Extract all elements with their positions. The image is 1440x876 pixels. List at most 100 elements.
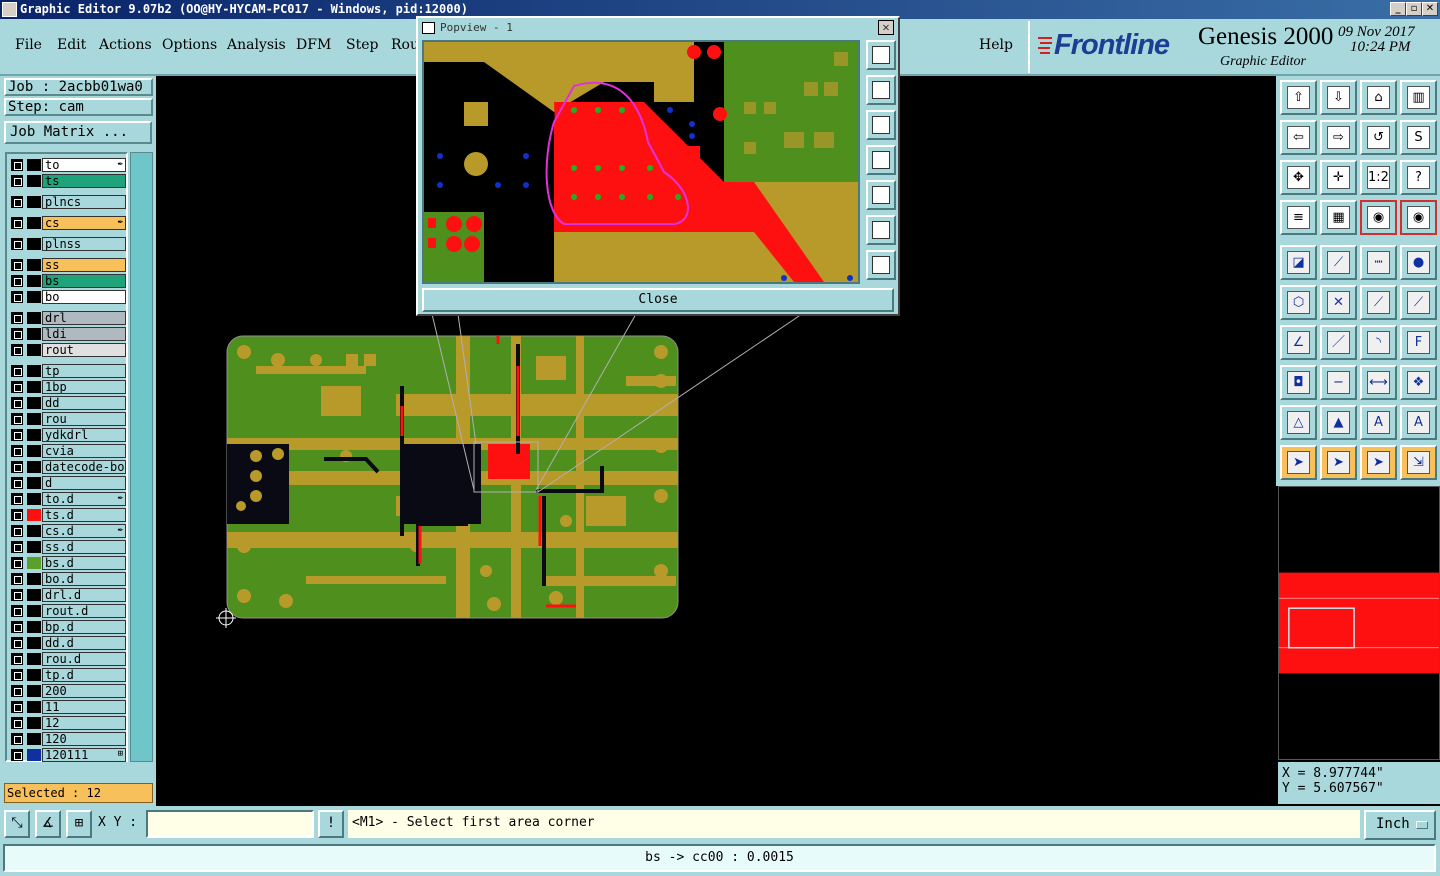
layer-color-swatch[interactable] — [27, 291, 41, 303]
menu-options[interactable]: Options — [162, 37, 217, 53]
layer-row[interactable]: 11 — [9, 700, 127, 714]
layer-name[interactable]: tp — [42, 364, 126, 378]
layer-checkbox[interactable] — [11, 397, 23, 409]
layer-name[interactable]: bo.d — [42, 572, 126, 586]
layer-checkbox[interactable] — [11, 381, 23, 393]
menu-help[interactable]: Help — [979, 37, 1013, 53]
layer-checkbox[interactable] — [11, 653, 23, 665]
layer-row[interactable]: bp.d — [9, 620, 127, 634]
layer-checkbox[interactable] — [11, 445, 23, 457]
layer-checkbox[interactable] — [11, 573, 23, 585]
layer-row[interactable]: tp — [9, 364, 127, 378]
layer-color-swatch[interactable] — [27, 541, 41, 553]
layer-row[interactable]: ydkdrl — [9, 428, 127, 442]
layer-row[interactable]: bs — [9, 274, 127, 288]
tool-pad-add-button[interactable]: ◘ — [1280, 365, 1317, 400]
layer-name[interactable]: bs.d — [42, 556, 126, 570]
layer-checkbox[interactable] — [11, 159, 23, 171]
layer-checkbox[interactable] — [11, 196, 23, 208]
job-matrix-button[interactable]: Job Matrix ... — [4, 121, 152, 144]
layer-name[interactable]: drl.d — [42, 588, 126, 602]
tool-copy-down-button[interactable]: ⇩ — [1320, 80, 1357, 115]
popview-tool-pan-up[interactable] — [866, 75, 896, 105]
popview-tool-pan-down[interactable] — [866, 110, 896, 140]
layer-color-swatch[interactable] — [27, 312, 41, 324]
layer-name[interactable]: cs.d — [42, 524, 126, 538]
tool-select-arrow-button[interactable]: ➤ — [1280, 445, 1317, 480]
layer-name[interactable]: rout — [42, 343, 126, 357]
layer-row[interactable]: bo.d — [9, 572, 127, 586]
tool-home-button[interactable]: ⌂ — [1360, 80, 1397, 115]
layer-color-swatch[interactable] — [27, 477, 41, 489]
layer-name[interactable]: drl — [42, 311, 126, 325]
menu-actions[interactable]: Actions — [99, 37, 152, 53]
layer-row[interactable]: ss.d — [9, 540, 127, 554]
tool-move-right-button[interactable]: ⇨ — [1320, 120, 1357, 155]
layer-name[interactable]: ldi — [42, 327, 126, 341]
layer-checkbox[interactable] — [11, 733, 23, 745]
layer-color-swatch[interactable] — [27, 238, 41, 250]
close-window-button[interactable]: ✕ — [1422, 2, 1438, 16]
layer-color-swatch[interactable] — [27, 365, 41, 377]
tool-minus-button[interactable]: − — [1320, 365, 1357, 400]
layer-name[interactable]: to — [42, 158, 126, 172]
popview-tool-zoom-window[interactable] — [866, 40, 896, 70]
layer-name[interactable]: ydkdrl — [42, 428, 126, 442]
layer-name[interactable]: ts.d — [42, 508, 126, 522]
popview-tool-zoom-in[interactable] — [866, 215, 896, 245]
layer-color-swatch[interactable] — [27, 344, 41, 356]
popview-tool-pan-right[interactable] — [866, 180, 896, 210]
tool-center-button[interactable]: ✛ — [1320, 160, 1357, 195]
tool-select-box-button[interactable]: ➤ — [1320, 445, 1357, 480]
snap-mode-button[interactable]: ⤡ — [4, 810, 30, 838]
layer-color-swatch[interactable] — [27, 159, 41, 171]
layer-name[interactable]: plncs — [42, 195, 126, 209]
layer-name[interactable]: ss.d — [42, 540, 126, 554]
layer-color-swatch[interactable] — [27, 685, 41, 697]
layer-checkbox[interactable] — [11, 669, 23, 681]
layer-color-swatch[interactable] — [27, 493, 41, 505]
layer-row[interactable]: rou — [9, 412, 127, 426]
layer-row[interactable]: cvia — [9, 444, 127, 458]
layer-row[interactable]: ts — [9, 174, 127, 188]
xy-input[interactable] — [146, 810, 314, 838]
layer-name[interactable]: rout.d — [42, 604, 126, 618]
tool-net-button[interactable]: ⬡ — [1280, 285, 1317, 320]
layer-row[interactable]: dd — [9, 396, 127, 410]
layer-row[interactable]: cs ✒ — [9, 216, 127, 230]
layer-checkbox[interactable] — [11, 589, 23, 601]
layer-row[interactable]: bo — [9, 290, 127, 304]
tool-circle-pad-button[interactable]: ● — [1400, 245, 1437, 280]
tool-text-f-button[interactable]: F — [1400, 325, 1437, 360]
layer-row[interactable]: dd.d — [9, 636, 127, 650]
tool-pick-line-button[interactable]: ⟋ — [1320, 245, 1357, 280]
tool-angle-button[interactable]: ∠ — [1280, 325, 1317, 360]
layer-checkbox[interactable] — [11, 525, 23, 537]
layer-color-swatch[interactable] — [27, 429, 41, 441]
layer-row[interactable]: ldi — [9, 327, 127, 341]
layer-name[interactable]: 12 — [42, 716, 126, 730]
layer-checkbox[interactable] — [11, 275, 23, 287]
layer-checkbox[interactable] — [11, 749, 23, 761]
maximize-button[interactable]: ▫ — [1406, 2, 1422, 16]
layer-name[interactable]: ss — [42, 258, 126, 272]
tool-layer-colors-alt-button[interactable]: ◉ — [1400, 200, 1437, 235]
menu-dfm[interactable]: DFM — [296, 37, 331, 53]
tool-add-line-button[interactable]: ⟋ — [1360, 285, 1397, 320]
tool-rotate-button[interactable]: ↺ — [1360, 120, 1397, 155]
tool-tri-c-button[interactable]: A — [1360, 405, 1397, 440]
layer-name[interactable]: datecode-bo — [42, 460, 126, 474]
layer-name[interactable]: 120 — [42, 732, 126, 746]
layer-row[interactable]: drl.d — [9, 588, 127, 602]
layer-checkbox[interactable] — [11, 621, 23, 633]
layer-checkbox[interactable] — [11, 701, 23, 713]
layer-row[interactable]: 120111 ⊞ — [9, 748, 127, 762]
minimize-button[interactable]: _ — [1390, 2, 1406, 16]
layer-checkbox[interactable] — [11, 477, 23, 489]
layer-checkbox[interactable] — [11, 493, 23, 505]
layer-row[interactable]: ts.d — [9, 508, 127, 522]
layer-checkbox[interactable] — [11, 328, 23, 340]
tool-layer-colors-button[interactable]: ◉ — [1360, 200, 1397, 235]
menu-file[interactable]: File — [15, 37, 42, 53]
layer-checkbox[interactable] — [11, 429, 23, 441]
